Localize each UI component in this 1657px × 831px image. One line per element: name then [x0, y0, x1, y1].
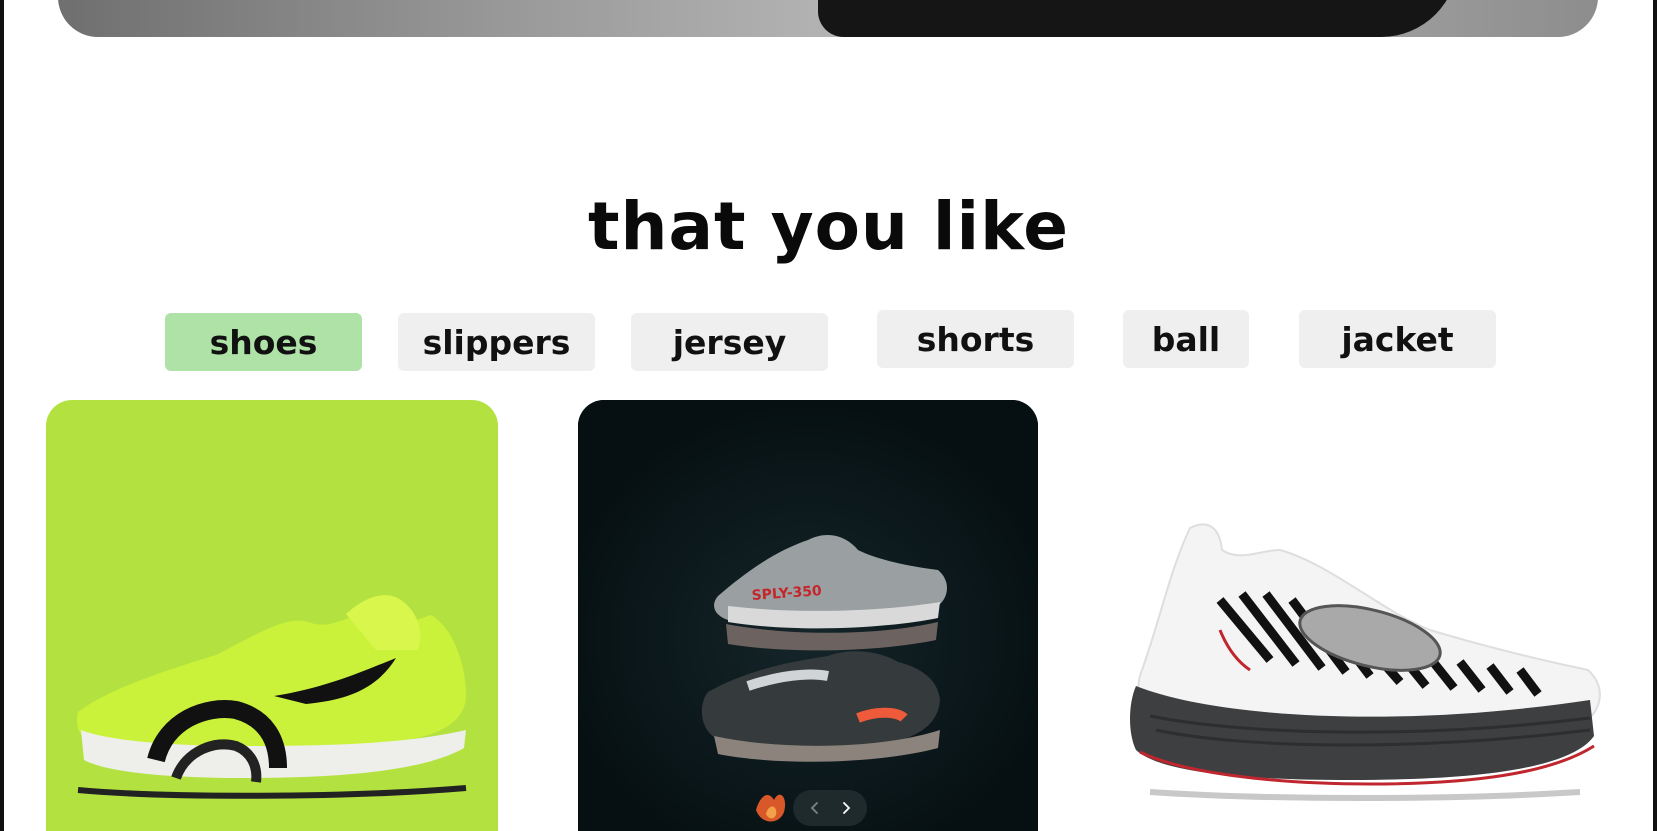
chevron-right-icon	[842, 802, 850, 814]
hero-banner	[58, 0, 1598, 37]
page-border-right	[1653, 0, 1657, 831]
tab-jersey[interactable]: jersey	[631, 313, 828, 371]
white-knit-running-shoe-image	[1130, 523, 1601, 801]
page-border-left	[0, 0, 4, 831]
product-card-white-shoe[interactable]	[1070, 400, 1610, 831]
carousel-prev-button[interactable]	[803, 796, 827, 820]
section-title: that you like	[587, 188, 1070, 265]
product-card-lime-shoe[interactable]	[46, 400, 498, 831]
tab-shoes[interactable]: shoes	[165, 313, 362, 371]
tab-ball[interactable]: ball	[1123, 310, 1249, 368]
tab-slippers[interactable]: slippers	[398, 313, 595, 371]
chevron-left-icon	[810, 802, 818, 814]
stacked-sneakers-image: SPLY-350	[578, 400, 1038, 831]
tab-shorts[interactable]: shorts	[877, 310, 1074, 368]
tab-jacket[interactable]: jacket	[1299, 310, 1496, 368]
product-card-stacked-sneakers[interactable]: SPLY-350	[578, 400, 1038, 831]
carousel-controls	[793, 790, 867, 826]
lime-running-shoe-image	[76, 595, 467, 799]
carousel-next-button[interactable]	[834, 796, 858, 820]
hero-shoe-sole-image	[818, 0, 1458, 37]
